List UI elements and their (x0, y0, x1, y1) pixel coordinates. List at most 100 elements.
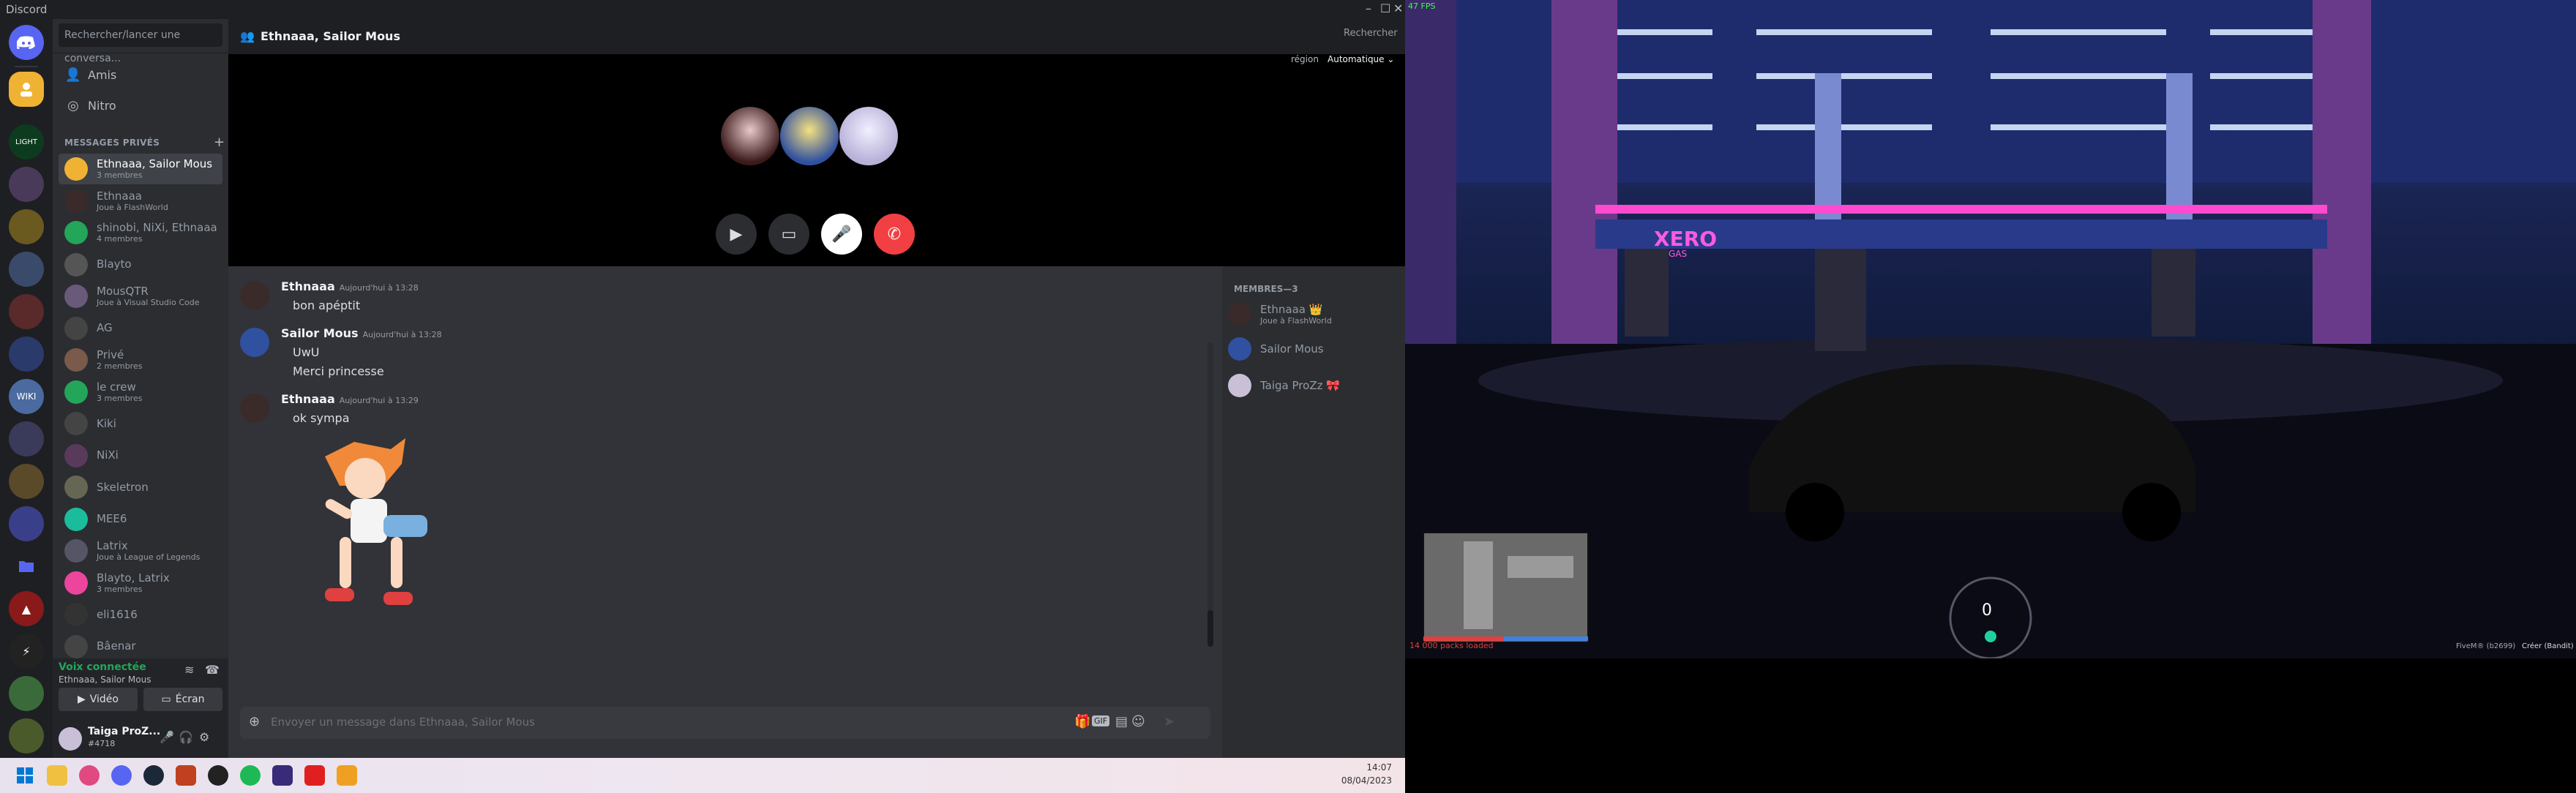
avatar (64, 189, 88, 213)
add-dm-icon[interactable]: + (214, 135, 225, 150)
server-icon[interactable] (9, 294, 44, 329)
server-icon[interactable] (9, 676, 44, 711)
server-icon[interactable] (9, 421, 44, 456)
minimize-icon[interactable]: – (1366, 1, 1371, 15)
noise-icon[interactable]: ≋ (184, 663, 194, 677)
server-icon[interactable] (9, 252, 44, 287)
app-icon[interactable] (272, 765, 293, 786)
dm-item[interactable]: Ethnaaa Joue à FlashWorld (59, 186, 222, 217)
title-bar: Discord – ☐ ✕ (0, 0, 1405, 19)
camera-toggle-button[interactable]: ▶ (716, 214, 757, 255)
server-icon[interactable] (9, 209, 44, 244)
emoji-icon[interactable]: ☺ (1131, 714, 1145, 729)
dm-text: Skeletron (97, 481, 149, 494)
dm-item[interactable]: Blayto, Latrix 3 membres (59, 568, 222, 598)
attach-icon[interactable]: ⊕ (249, 714, 260, 729)
call-avatar[interactable] (721, 107, 779, 165)
server-icon[interactable] (9, 718, 44, 753)
call-avatar[interactable] (780, 107, 839, 165)
member-item[interactable]: Ethnaaa 👑 Joue à FlashWorld (1228, 298, 1399, 329)
sticker-image[interactable] (281, 435, 457, 613)
server-icon[interactable] (9, 337, 44, 372)
dm-item[interactable]: MousQTR Joue à Visual Studio Code (59, 281, 222, 312)
mic-toggle-button[interactable]: 🎤 (821, 214, 862, 255)
message-input[interactable]: Envoyer un message dans Ethnaaa, Sailor … (271, 715, 535, 729)
dm-item[interactable]: Skeletron (59, 472, 222, 503)
maximize-icon[interactable]: ☐ (1380, 1, 1390, 15)
app-icon[interactable] (79, 765, 100, 786)
server-icon[interactable] (9, 167, 44, 202)
dm-name: le crew (97, 380, 136, 394)
clock-time[interactable]: 14:07 (1341, 762, 1392, 773)
server-icon[interactable] (9, 464, 44, 499)
message-author[interactable]: Ethnaaa (281, 279, 335, 293)
call-avatar[interactable] (839, 107, 898, 165)
game-view[interactable]: 47 FPS XERO GAS 0 14 000 packs loaded Fi… (1405, 0, 2576, 658)
spotify-icon[interactable] (240, 765, 261, 786)
server-icon[interactable]: LIGHT (9, 124, 44, 159)
server-icon[interactable]: ▲ (9, 591, 44, 626)
screen-share-call-button[interactable]: ▭ (768, 214, 809, 255)
hangup-button[interactable]: ✆ (874, 214, 915, 255)
mute-icon[interactable]: 🎤 (160, 730, 174, 744)
discord-taskbar-icon[interactable] (111, 765, 132, 786)
dm-text: MousQTR Joue à Visual Studio Code (97, 285, 199, 307)
dm-item[interactable]: Bâenar (59, 631, 222, 662)
fivem-icon[interactable] (337, 765, 357, 786)
dm-item[interactable]: shinobi, NiXi, Ethnaaa 4 membres (59, 217, 222, 248)
disconnect-icon[interactable]: ☎ (205, 663, 220, 677)
dm-item[interactable]: Privé 2 membres (59, 345, 222, 375)
nav-friends[interactable]: 👤 Amis (59, 60, 222, 89)
video-button[interactable]: ▶ Vidéo (59, 688, 138, 711)
app-icon[interactable] (176, 765, 196, 786)
server-icon[interactable]: WIKI (9, 379, 44, 414)
server-icon[interactable] (9, 506, 44, 541)
region-select[interactable]: Automatique ⌄ (1328, 54, 1394, 64)
dm-item[interactable]: NiXi (59, 440, 222, 471)
group-dm-icon[interactable] (9, 72, 44, 107)
settings-icon[interactable]: ⚙ (199, 730, 209, 744)
voice-channel[interactable]: Ethnaaa, Sailor Mous (59, 674, 151, 685)
message-author[interactable]: Sailor Mous (281, 326, 359, 340)
clock-date[interactable]: 08/04/2023 (1341, 775, 1392, 786)
dm-item[interactable]: Blayto (59, 249, 222, 280)
avatar[interactable] (240, 328, 269, 357)
dm-item[interactable]: Ethnaaa, Sailor Mous 3 membres (59, 154, 222, 184)
headset-icon[interactable]: 🎧 (179, 730, 193, 744)
nav-nitro[interactable]: ◎ Nitro (59, 91, 222, 120)
member-item[interactable]: Sailor Mous (1228, 334, 1399, 364)
dm-item[interactable]: eli1616 (59, 599, 222, 630)
dm-text: MEE6 (97, 513, 127, 525)
close-icon[interactable]: ✕ (1393, 1, 1403, 15)
dm-item[interactable]: Kiki (59, 408, 222, 439)
dm-header: MESSAGES PRIVÉS (64, 138, 160, 148)
app-icon[interactable] (304, 765, 325, 786)
dm-item[interactable]: Latrix Joue à League of Legends (59, 535, 222, 566)
call-area: région Automatique ⌄ ▶ ▭ 🎤 ✆ (228, 54, 1405, 266)
dm-item[interactable]: MEE6 (59, 504, 222, 535)
gas-station-scene (1405, 0, 2576, 658)
gif-icon[interactable]: GIF (1092, 715, 1110, 726)
server-icon[interactable]: ⚡ (9, 634, 44, 669)
message-author[interactable]: Ethnaaa (281, 392, 335, 406)
dm-search-input[interactable]: Rechercher/lancer une conversa... (59, 23, 222, 64)
sticker-icon[interactable]: ▤ (1115, 714, 1128, 729)
send-icon[interactable]: ➤ (1164, 714, 1175, 729)
folder-icon[interactable] (9, 549, 44, 584)
avatar[interactable] (240, 281, 269, 310)
member-item[interactable]: Taiga ProZz 🎀 (1228, 370, 1399, 401)
dm-item[interactable]: AG (59, 313, 222, 344)
avatar[interactable] (240, 394, 269, 423)
app-icon[interactable] (208, 765, 228, 786)
scrollbar-thumb[interactable] (1208, 610, 1213, 647)
discord-home-icon[interactable] (9, 25, 44, 60)
members-panel: MEMBRES—3 Ethnaaa 👑 Joue à FlashWorld Sai… (1222, 266, 1405, 758)
explorer-icon[interactable] (47, 765, 67, 786)
scrollbar[interactable] (1208, 342, 1213, 647)
start-icon[interactable] (15, 765, 35, 786)
dm-item[interactable]: le crew 3 membres (59, 377, 222, 407)
avatar[interactable] (59, 727, 82, 751)
gift-icon[interactable]: 🎁 (1074, 714, 1090, 729)
screen-share-button[interactable]: ▭ Écran (143, 688, 222, 711)
steam-icon[interactable] (143, 765, 164, 786)
